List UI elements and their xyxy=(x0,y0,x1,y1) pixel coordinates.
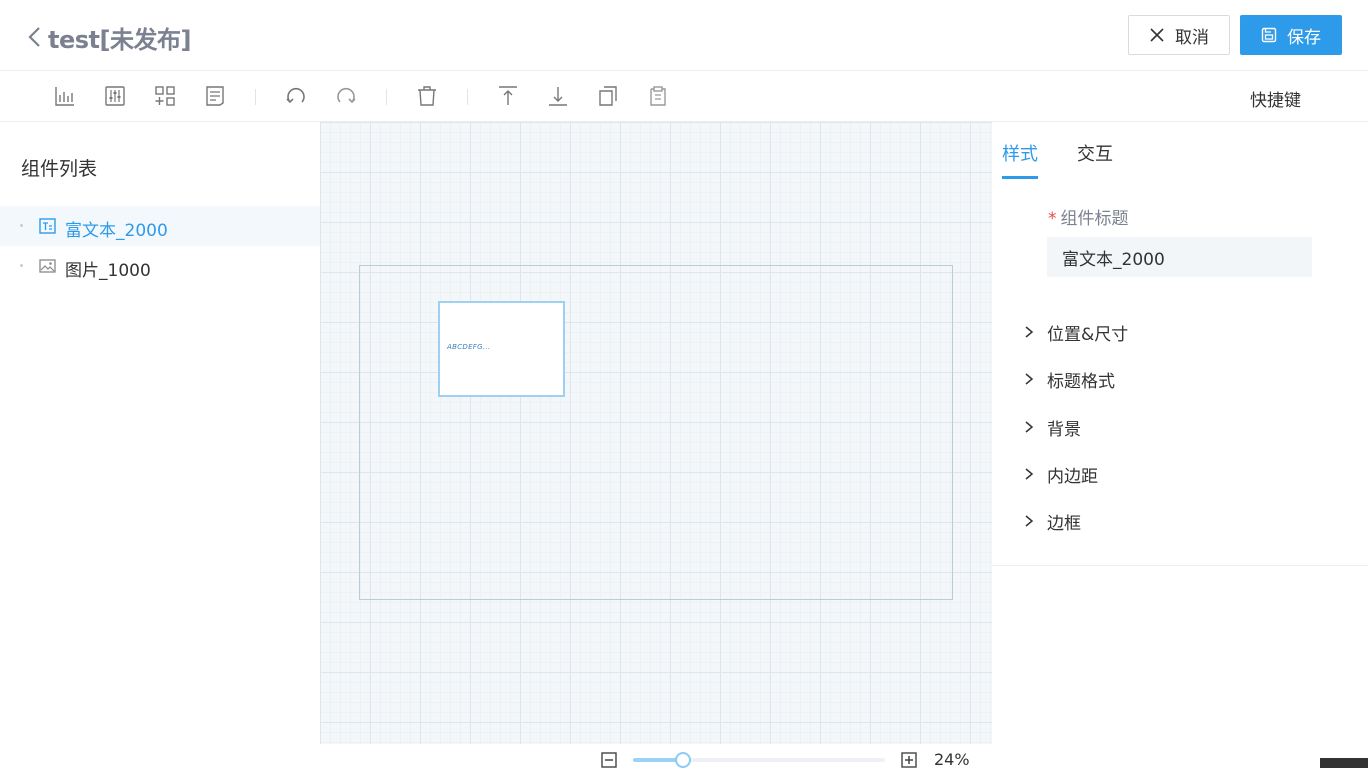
close-icon xyxy=(1150,28,1164,42)
save-button[interactable]: 保存 xyxy=(1240,15,1342,55)
active-tab-indicator xyxy=(1002,176,1038,179)
shortcut-button[interactable]: 快捷键 xyxy=(1250,86,1301,111)
section-label: 内边距 xyxy=(1047,466,1098,487)
image-icon xyxy=(39,259,56,273)
zoom-level: 24% xyxy=(934,750,970,769)
copy-icon[interactable] xyxy=(596,84,620,108)
add-component-icon[interactable] xyxy=(153,84,177,108)
back-button[interactable]: test[未发布] xyxy=(26,20,191,54)
properties-panel: 样式 交互 *组件标题 位置&尺寸 标题格式 背景 内边距 边框 xyxy=(992,122,1368,768)
tree-bullet xyxy=(20,264,23,267)
header: test[未发布] 取消 保存 xyxy=(0,0,1368,71)
component-list-title: 组件列表 xyxy=(21,158,98,180)
list-item-label: 富文本_2000 xyxy=(65,221,168,241)
undo-icon[interactable] xyxy=(284,84,308,108)
tab-style[interactable]: 样式 xyxy=(1002,140,1038,166)
chevron-left-icon xyxy=(28,27,40,47)
cancel-button-label: 取消 xyxy=(1175,27,1209,48)
rich-text-widget[interactable]: ABCDEFG... xyxy=(438,301,565,397)
section-label: 标题格式 xyxy=(1047,371,1115,392)
component-list-panel: 组件列表 富文本_2000 图片_1000 xyxy=(0,122,320,768)
toolbar-divider xyxy=(386,89,387,105)
toolbar: 快捷键 xyxy=(0,71,1368,122)
chevron-right-icon xyxy=(1025,373,1034,385)
report-icon[interactable] xyxy=(203,84,227,108)
component-title-input[interactable] xyxy=(1047,237,1312,277)
chevron-right-icon xyxy=(1025,468,1034,480)
section-title-format[interactable]: 标题格式 xyxy=(1024,364,1344,394)
zoom-slider-handle[interactable] xyxy=(675,752,691,768)
required-marker: * xyxy=(1048,209,1057,229)
toolbar-divider xyxy=(255,89,256,105)
save-button-label: 保存 xyxy=(1287,27,1321,48)
chart-icon[interactable] xyxy=(53,84,77,108)
chevron-right-icon xyxy=(1025,515,1034,527)
tab-interaction[interactable]: 交互 xyxy=(1077,140,1113,166)
section-label: 背景 xyxy=(1047,419,1081,440)
page-title: test[未发布] xyxy=(48,25,191,54)
tree-bullet xyxy=(20,224,23,227)
paste-icon[interactable] xyxy=(646,84,670,108)
chevron-right-icon xyxy=(1025,326,1034,338)
design-canvas[interactable]: ABCDEFG... xyxy=(320,122,992,744)
list-item[interactable]: 图片_1000 xyxy=(0,246,320,286)
corner-overlay xyxy=(1320,758,1368,768)
section-padding[interactable]: 内边距 xyxy=(1024,459,1344,489)
zoom-slider[interactable] xyxy=(633,752,885,768)
component-title-label: * 组件标题 xyxy=(1048,204,1129,229)
section-position-size[interactable]: 位置&尺寸 xyxy=(1024,317,1344,347)
zoom-out-icon[interactable] xyxy=(601,752,617,768)
delete-icon[interactable] xyxy=(415,84,439,108)
cancel-button[interactable]: 取消 xyxy=(1128,15,1230,55)
save-icon xyxy=(1261,27,1277,43)
send-to-bottom-icon[interactable] xyxy=(546,84,570,108)
zoom-in-icon[interactable] xyxy=(901,752,917,768)
redo-icon[interactable] xyxy=(334,84,358,108)
list-item-label: 图片_1000 xyxy=(65,261,151,281)
zoom-bar: 24% xyxy=(320,744,992,769)
section-border[interactable]: 边框 xyxy=(1024,506,1344,536)
filter-icon[interactable] xyxy=(103,84,127,108)
section-label: 边框 xyxy=(1047,513,1081,534)
section-background[interactable]: 背景 xyxy=(1024,412,1344,442)
bring-to-top-icon[interactable] xyxy=(496,84,520,108)
rich-text-icon xyxy=(39,218,56,234)
panel-divider xyxy=(992,565,1368,566)
toolbar-divider xyxy=(467,89,468,105)
chevron-right-icon xyxy=(1025,421,1034,433)
component-title-label-text: 组件标题 xyxy=(1060,209,1129,229)
widget-preview-text: ABCDEFG... xyxy=(447,343,491,351)
section-label: 位置&尺寸 xyxy=(1047,324,1129,345)
list-item[interactable]: 富文本_2000 xyxy=(0,206,320,246)
